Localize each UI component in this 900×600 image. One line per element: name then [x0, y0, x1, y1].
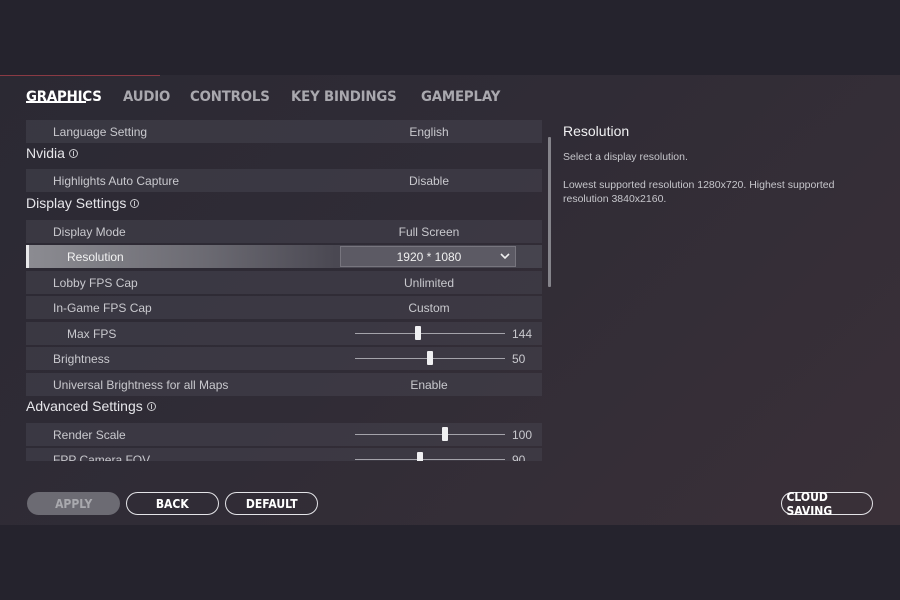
setting-row-ingame-fps[interactable]: In-Game FPS Cap Custom	[26, 296, 542, 319]
setting-row-max-fps[interactable]: Max FPS 144	[26, 322, 542, 345]
dropdown-value: 1920 * 1080	[396, 250, 462, 264]
setting-label: Max FPS	[67, 327, 117, 341]
tab-accent-line	[0, 75, 160, 76]
setting-row-language[interactable]: Language Setting English	[26, 120, 542, 143]
back-button[interactable]: BACK	[126, 492, 219, 515]
setting-label: Language Setting	[53, 125, 148, 139]
slider-thumb[interactable]	[416, 452, 423, 461]
settings-scrollbar[interactable]	[548, 137, 551, 287]
setting-label: Universal Brightness for all Maps	[53, 378, 229, 392]
slider-thumb[interactable]	[415, 326, 421, 340]
setting-label: In-Game FPS Cap	[53, 301, 152, 315]
letterbox-bottom	[0, 525, 900, 600]
section-title: Display Settings	[26, 195, 127, 211]
resolution-dropdown[interactable]: 1920 * 1080	[340, 246, 516, 267]
max-fps-slider[interactable]	[355, 333, 505, 334]
section-header-advanced: Advanced Settings	[26, 398, 156, 414]
setting-label: Display Mode	[53, 225, 126, 239]
setting-row-lobby-fps[interactable]: Lobby FPS Cap Unlimited	[26, 271, 542, 294]
setting-row-brightness[interactable]: Brightness 50	[26, 347, 542, 370]
cloud-saving-button[interactable]: CLOUD SAVING	[781, 489, 873, 518]
setting-label: Highlights Auto Capture	[53, 174, 180, 188]
slider-value: 144	[512, 327, 533, 341]
settings-list: Language Setting English Nvidia Highligh…	[26, 120, 542, 461]
setting-value[interactable]: Custom	[342, 301, 516, 315]
button-label: BACK	[156, 496, 189, 511]
setting-value[interactable]: Enable	[342, 378, 516, 392]
detail-description: Select a display resolution.	[563, 151, 688, 163]
setting-value[interactable]: Unlimited	[342, 276, 516, 290]
render-scale-slider[interactable]	[355, 434, 505, 435]
button-label: DEFAULT	[245, 496, 298, 511]
setting-label: Lobby FPS Cap	[53, 276, 138, 290]
setting-value[interactable]: Disable	[342, 174, 516, 188]
button-label: APPLY	[54, 496, 93, 511]
section-title: Nvidia	[26, 145, 65, 161]
chevron-down-icon	[500, 253, 510, 260]
setting-row-resolution[interactable]: Resolution 1920 * 1080	[26, 245, 542, 268]
settings-tabs: GRAPHICS AUDIO CONTROLS KEY BINDINGS GAM…	[26, 77, 522, 105]
setting-label: FPP Camera FOV	[53, 453, 151, 461]
tab-gameplay[interactable]: GAMEPLAY	[421, 89, 500, 105]
active-tab-underline	[26, 101, 86, 103]
tab-key-bindings[interactable]: KEY BINDINGS	[291, 89, 397, 105]
setting-value[interactable]: English	[342, 125, 516, 139]
settings-screen: GRAPHICS AUDIO CONTROLS KEY BINDINGS GAM…	[0, 75, 900, 525]
slider-value: 100	[512, 428, 533, 442]
letterbox-top	[0, 0, 900, 75]
setting-label: Resolution	[67, 250, 124, 264]
apply-button[interactable]: APPLY	[27, 492, 120, 515]
info-icon[interactable]	[130, 198, 140, 208]
fpp-fov-slider[interactable]	[355, 459, 505, 460]
info-icon[interactable]	[68, 148, 78, 158]
detail-supported-range: Lowest supported resolution 1280x720. Hi…	[563, 179, 835, 205]
tab-controls[interactable]: CONTROLS	[190, 89, 270, 105]
setting-row-universal-brightness[interactable]: Universal Brightness for all Maps Enable	[26, 373, 542, 396]
setting-row-display-mode[interactable]: Display Mode Full Screen	[26, 220, 542, 243]
setting-label: Brightness	[53, 352, 110, 366]
detail-title: Resolution	[563, 123, 630, 139]
slider-thumb[interactable]	[442, 427, 448, 441]
info-icon[interactable]	[146, 401, 156, 411]
setting-row-highlights[interactable]: Highlights Auto Capture Disable	[26, 169, 542, 192]
setting-value[interactable]: Full Screen	[342, 225, 516, 239]
slider-value: 50	[512, 352, 526, 366]
setting-row-render-scale[interactable]: Render Scale 100	[26, 423, 542, 446]
default-button[interactable]: DEFAULT	[225, 492, 318, 515]
setting-label: Render Scale	[53, 428, 126, 442]
section-title: Advanced Settings	[26, 398, 143, 414]
section-header-nvidia: Nvidia	[26, 145, 78, 161]
button-label: CLOUD SAVING	[786, 489, 833, 518]
setting-row-fpp-fov[interactable]: FPP Camera FOV 90	[26, 448, 542, 461]
tab-audio[interactable]: AUDIO	[123, 89, 170, 105]
slider-thumb[interactable]	[427, 351, 433, 365]
slider-value: 90	[512, 453, 526, 461]
section-header-display: Display Settings	[26, 195, 140, 211]
